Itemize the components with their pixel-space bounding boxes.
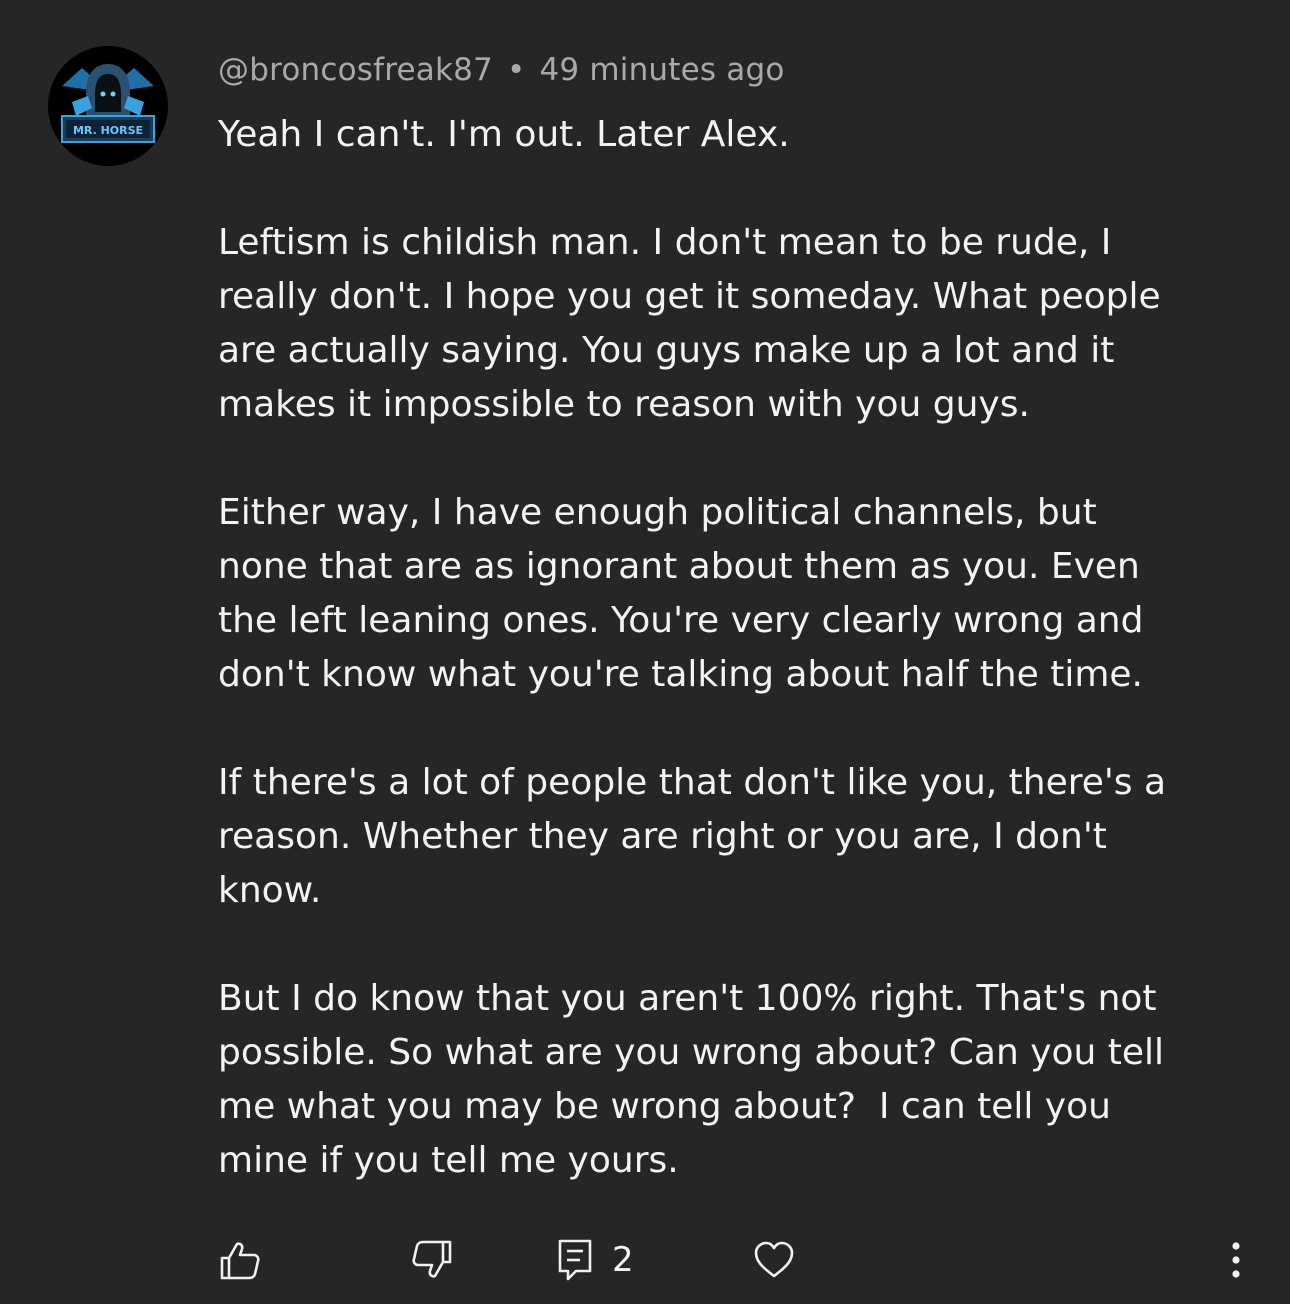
- like-button[interactable]: [218, 1230, 262, 1290]
- more-button[interactable]: [1226, 1230, 1246, 1290]
- comment-meta: @broncosfreak87 • 49 minutes ago: [218, 52, 785, 88]
- comment-paragraph: But I do know that you aren't 100% right…: [218, 978, 1165, 1181]
- comment-body: Yeah I can't. I'm out. Later Alex. Lefti…: [218, 108, 1248, 1188]
- avatar[interactable]: MR. HORSE: [48, 46, 168, 166]
- comment-paragraph: Yeah I can't. I'm out. Later Alex.: [218, 114, 790, 155]
- thumbs-up-icon: [220, 1242, 260, 1280]
- thumbs-down-icon: [412, 1240, 452, 1278]
- hooded-figure-logo-icon: MR. HORSE: [61, 64, 155, 143]
- more-vertical-icon: [1232, 1242, 1240, 1278]
- author-name[interactable]: @broncosfreak87: [218, 52, 493, 88]
- dislike-button[interactable]: [410, 1230, 454, 1290]
- comment-card: MR. HORSE @broncosfreak87 • 49 minutes ago…: [0, 0, 1290, 1304]
- heart-icon: [754, 1241, 794, 1278]
- comment-timestamp: 49 minutes ago: [539, 52, 785, 88]
- heart-button[interactable]: [752, 1230, 796, 1290]
- reply-count: 2: [612, 1240, 634, 1280]
- comment-paragraph: Leftism is childish man. I don't mean to…: [218, 222, 1161, 425]
- comment-paragraph: If there's a lot of people that don't li…: [218, 762, 1167, 911]
- svg-text:MR. HORSE: MR. HORSE: [73, 124, 143, 137]
- meta-separator: •: [506, 52, 526, 88]
- comment-actions: 2: [0, 1230, 1290, 1290]
- reply-button[interactable]: 2: [556, 1230, 634, 1290]
- comment-paragraph: Either way, I have enough political chan…: [218, 492, 1144, 695]
- reply-comment-icon: [558, 1239, 592, 1281]
